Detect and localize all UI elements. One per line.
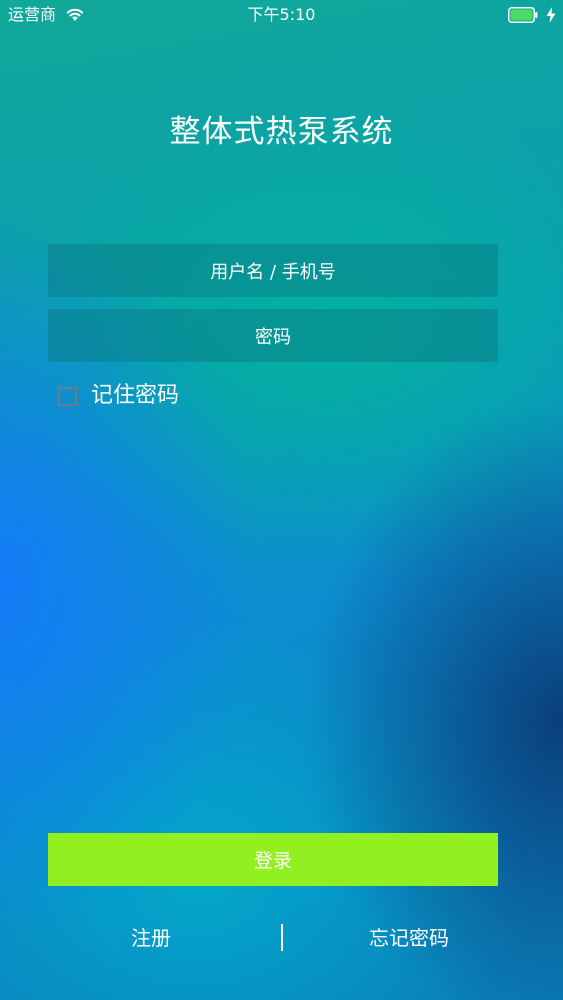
remember-password-checkbox[interactable] [58,386,77,406]
password-input[interactable]: 密码 [48,309,498,362]
battery-icon [508,7,538,23]
username-input[interactable]: 用户名 / 手机号 [48,244,498,297]
status-bar: 运营商 下午5:10 [0,0,563,30]
remember-password-label[interactable]: 记住密码 [91,381,179,411]
login-button[interactable]: 登录 [48,833,498,886]
remember-password-toggle[interactable]: 记住密码 [58,381,179,411]
username-placeholder: 用户名 / 手机号 [210,261,336,283]
status-time: 下午5:10 [247,5,316,24]
password-placeholder: 密码 [255,326,291,348]
charging-bolt-icon [546,7,556,23]
register-link[interactable]: 注册 [90,924,212,952]
login-screen: 运营商 下午5:10 整体式热泵系统 用户名 / 手机号 密码 记住密码 登录 … [0,0,563,1000]
app-title: 整体式热泵系统 [169,114,394,150]
forgot-password-link[interactable]: 忘记密码 [348,924,470,952]
link-divider [281,924,283,951]
